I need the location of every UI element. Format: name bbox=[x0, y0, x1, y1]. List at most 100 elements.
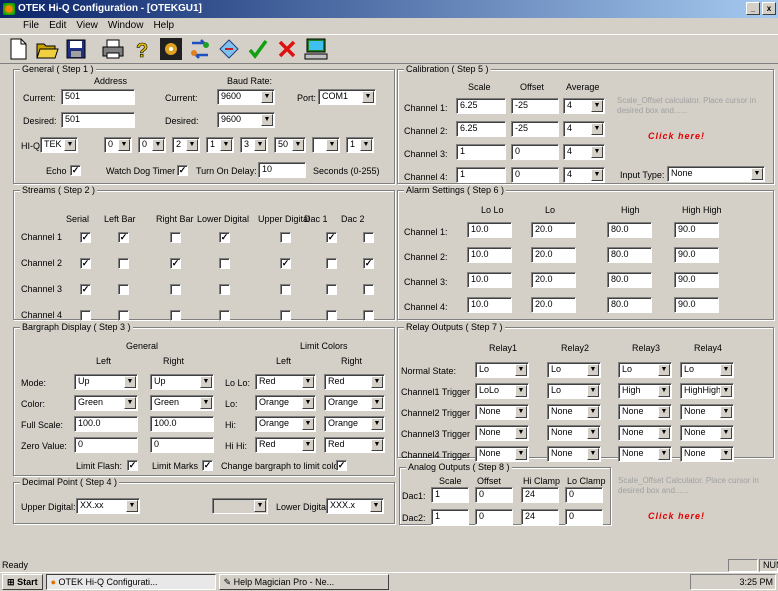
stream-checkbox[interactable]: ✓ bbox=[219, 232, 230, 243]
lo-right-dropdown[interactable]: Orange ▼ bbox=[324, 395, 385, 411]
cal-scale-field[interactable]: 1 bbox=[456, 144, 506, 160]
alarm-field[interactable]: 20.0 bbox=[531, 222, 576, 238]
alarm-field[interactable]: 20.0 bbox=[531, 247, 576, 263]
analog-field[interactable]: 24 bbox=[521, 487, 559, 503]
relay-dropdown[interactable]: None ▼ bbox=[475, 425, 529, 441]
stream-checkbox[interactable] bbox=[326, 310, 337, 321]
lolo-right-dropdown[interactable]: Red ▼ bbox=[324, 374, 385, 390]
color-left-dropdown[interactable]: Green ▼ bbox=[74, 395, 138, 411]
color-right-dropdown[interactable]: Green ▼ bbox=[150, 395, 214, 411]
hihi-right-dropdown[interactable]: Red ▼ bbox=[324, 437, 385, 453]
settings-icon[interactable] bbox=[157, 36, 184, 63]
analog-field[interactable]: 24 bbox=[521, 509, 559, 525]
current-baud-dropdown[interactable]: 9600 ▼ bbox=[217, 89, 275, 105]
relay-dropdown[interactable]: Lo ▼ bbox=[547, 383, 601, 399]
calibration-click-link[interactable]: Click here! bbox=[648, 131, 705, 141]
relay-dropdown[interactable]: Lo ▼ bbox=[680, 362, 734, 378]
task-otek[interactable]: ● OTEK Hi-Q Configurati... bbox=[45, 574, 216, 590]
relay-dropdown[interactable]: Lo ▼ bbox=[618, 362, 672, 378]
middle-digital-dropdown[interactable]: ▼ bbox=[212, 498, 268, 514]
relay-dropdown[interactable]: None ▼ bbox=[680, 425, 734, 441]
zero-right-field[interactable]: 0 bbox=[150, 437, 214, 453]
analog-field[interactable]: 1 bbox=[431, 487, 469, 503]
mode-right-dropdown[interactable]: Up ▼ bbox=[150, 374, 214, 390]
alarm-field[interactable]: 10.0 bbox=[467, 272, 512, 288]
cancel-icon[interactable] bbox=[273, 36, 300, 63]
cal-scale-field[interactable]: 1 bbox=[456, 167, 506, 183]
print-icon[interactable] bbox=[99, 36, 126, 63]
menu-help[interactable]: Help bbox=[148, 18, 179, 34]
stream-checkbox[interactable] bbox=[326, 284, 337, 295]
relay-dropdown[interactable]: None ▼ bbox=[547, 446, 601, 462]
stream-checkbox[interactable] bbox=[118, 284, 129, 295]
analog-field[interactable]: 0 bbox=[565, 487, 603, 503]
relay-dropdown[interactable]: HighHigh ▼ bbox=[680, 383, 734, 399]
menu-view[interactable]: View bbox=[71, 18, 103, 34]
alarm-field[interactable]: 90.0 bbox=[674, 247, 719, 263]
stream-checkbox[interactable]: ✓ bbox=[80, 258, 91, 269]
limit-flash-checkbox[interactable]: ✓ bbox=[127, 460, 138, 471]
alarm-field[interactable]: 10.0 bbox=[467, 297, 512, 313]
relay-dropdown[interactable]: High ▼ bbox=[618, 383, 672, 399]
alarm-field[interactable]: 80.0 bbox=[607, 297, 652, 313]
alarm-field[interactable]: 20.0 bbox=[531, 297, 576, 313]
stream-checkbox[interactable] bbox=[280, 232, 291, 243]
cal-offset-field[interactable]: 0 bbox=[511, 144, 559, 160]
alarm-field[interactable]: 80.0 bbox=[607, 272, 652, 288]
stream-checkbox[interactable]: ✓ bbox=[118, 232, 129, 243]
menu-edit[interactable]: Edit bbox=[44, 18, 71, 34]
convert-icon[interactable] bbox=[186, 36, 213, 63]
relay-dropdown[interactable]: None ▼ bbox=[618, 425, 672, 441]
help-icon[interactable]: ? bbox=[128, 36, 155, 63]
stream-checkbox[interactable]: ✓ bbox=[280, 258, 291, 269]
lolo-left-dropdown[interactable]: Red ▼ bbox=[255, 374, 316, 390]
hihi-left-dropdown[interactable]: Red ▼ bbox=[255, 437, 316, 453]
zero-left-field[interactable]: 0 bbox=[74, 437, 138, 453]
relay-dropdown[interactable]: None ▼ bbox=[547, 404, 601, 420]
stream-checkbox[interactable]: ✓ bbox=[363, 258, 374, 269]
stream-checkbox[interactable] bbox=[170, 232, 181, 243]
full-scale-left-field[interactable]: 100.0 bbox=[74, 416, 138, 432]
limit-marks-checkbox[interactable]: ✓ bbox=[202, 460, 213, 471]
echo-checkbox[interactable]: ✓ bbox=[70, 165, 81, 176]
lo-left-dropdown[interactable]: Orange ▼ bbox=[255, 395, 316, 411]
stream-checkbox[interactable] bbox=[363, 232, 374, 243]
cal-scale-field[interactable]: 6.25 bbox=[456, 121, 506, 137]
analog-field[interactable]: 0 bbox=[475, 509, 513, 525]
stream-checkbox[interactable] bbox=[219, 258, 230, 269]
stream-checkbox[interactable] bbox=[363, 310, 374, 321]
network-icon[interactable] bbox=[302, 36, 329, 63]
analog-field[interactable]: 0 bbox=[565, 509, 603, 525]
relay-dropdown[interactable]: None ▼ bbox=[547, 425, 601, 441]
hi-right-dropdown[interactable]: Orange ▼ bbox=[324, 416, 385, 432]
cal-scale-field[interactable]: 6.25 bbox=[456, 98, 506, 114]
stream-checkbox[interactable]: ✓ bbox=[170, 258, 181, 269]
stream-checkbox[interactable] bbox=[118, 258, 129, 269]
close-button[interactable]: x bbox=[762, 2, 776, 15]
cal-offset-field[interactable]: -25 bbox=[511, 98, 559, 114]
hiq-dropdown-5[interactable]: 3 ▼ bbox=[240, 137, 268, 153]
current-address-field[interactable]: 501 bbox=[61, 89, 135, 105]
cal-offset-field[interactable]: -25 bbox=[511, 121, 559, 137]
analog-field[interactable]: 1 bbox=[431, 509, 469, 525]
input-type-dropdown[interactable]: None ▼ bbox=[667, 166, 765, 182]
alarm-field[interactable]: 80.0 bbox=[607, 247, 652, 263]
hiq-dropdown-2[interactable]: 0 ▼ bbox=[138, 137, 166, 153]
relay-dropdown[interactable]: None ▼ bbox=[680, 446, 734, 462]
relay-dropdown[interactable]: None ▼ bbox=[475, 446, 529, 462]
stream-checkbox[interactable] bbox=[170, 284, 181, 295]
turn-on-delay-field[interactable]: 10 bbox=[258, 162, 306, 178]
alarm-field[interactable]: 80.0 bbox=[607, 222, 652, 238]
cal-average-dropdown[interactable]: 4 ▼ bbox=[563, 144, 605, 160]
minimize-button[interactable]: _ bbox=[746, 2, 760, 15]
menu-window[interactable]: Window bbox=[103, 18, 149, 34]
stream-checkbox[interactable] bbox=[280, 310, 291, 321]
port-dropdown[interactable]: COM1 ▼ bbox=[318, 89, 376, 105]
alarm-field[interactable]: 10.0 bbox=[467, 222, 512, 238]
change-color-checkbox[interactable]: ✓ bbox=[336, 460, 347, 471]
start-button[interactable]: ⊞ Start bbox=[2, 574, 43, 590]
relay-dropdown[interactable]: None ▼ bbox=[680, 404, 734, 420]
stream-checkbox[interactable]: ✓ bbox=[80, 284, 91, 295]
upper-digital-dropdown[interactable]: XX.xx ▼ bbox=[76, 498, 140, 514]
swap-icon[interactable] bbox=[215, 36, 242, 63]
